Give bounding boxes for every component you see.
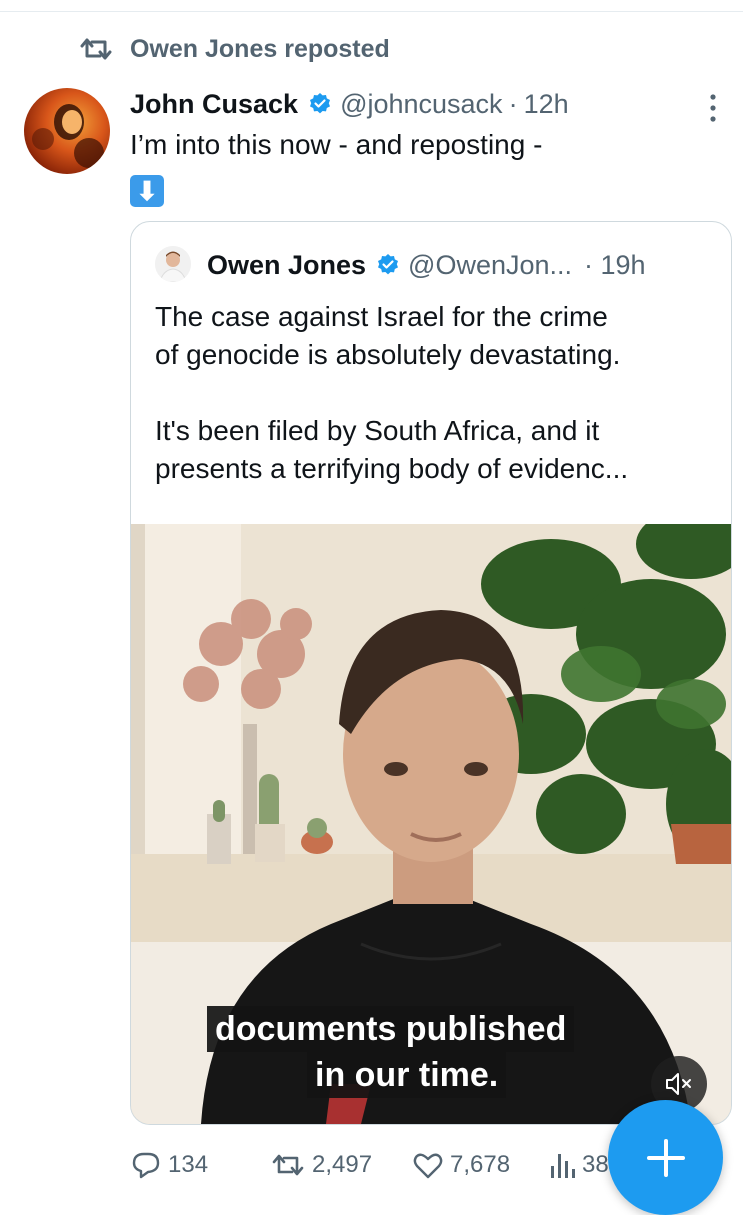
repost-banner-text: Owen Jones reposted <box>130 34 390 63</box>
repost-count: 2,497 <box>312 1151 373 1178</box>
verified-badge-icon <box>378 254 399 275</box>
caption-line-1: documents published <box>207 1006 575 1052</box>
author-name[interactable]: John Cusack <box>130 89 298 120</box>
bar-chart-icon <box>551 1154 575 1178</box>
reply-count: 134 <box>168 1151 209 1178</box>
quoted-tweet-header: Owen Jones @OwenJon... · 19h <box>207 246 646 284</box>
view-count: 38 <box>582 1151 609 1178</box>
repost-icon <box>272 1154 304 1176</box>
quoted-tweet-card[interactable]: Owen Jones @OwenJon... · 19h The case ag… <box>130 221 732 1125</box>
quoted-author-avatar <box>155 246 191 282</box>
author-avatar[interactable] <box>24 88 110 174</box>
author-handle[interactable]: @johncusack <box>340 89 503 120</box>
quoted-author-name[interactable]: Owen Jones <box>207 250 366 281</box>
tweet-header: John Cusack @johncusack · 12h <box>130 84 569 124</box>
like-button[interactable]: 7,678 <box>412 1148 510 1182</box>
verified-badge-icon <box>310 93 331 114</box>
quoted-tweet-time[interactable]: · 19h <box>584 250 646 281</box>
quoted-tweet-text: The case against Israel for the crime of… <box>155 301 629 484</box>
repost-banner[interactable]: Owen Jones reposted <box>78 32 390 66</box>
video-player[interactable]: documents published in our time. <box>131 524 731 1124</box>
heart-icon <box>413 1153 443 1179</box>
tweet-text: I’m into this now - and reposting - <box>130 129 543 160</box>
meta-separator: · <box>508 88 518 119</box>
plus-icon <box>646 1138 685 1177</box>
top-divider <box>0 11 743 12</box>
speaker-muted-icon <box>666 1073 691 1095</box>
repost-icon <box>80 38 112 60</box>
reply-button[interactable]: 134 <box>130 1148 208 1182</box>
views-button[interactable]: 38 <box>548 1148 609 1182</box>
repost-button[interactable]: 2,497 <box>270 1148 372 1182</box>
like-count: 7,678 <box>450 1151 511 1178</box>
reply-icon <box>132 1152 160 1179</box>
down-arrow-emoji: ⬇ <box>130 175 164 207</box>
compose-fab-button[interactable] <box>608 1100 723 1215</box>
more-options-icon[interactable] <box>706 92 720 124</box>
video-caption: documents published in our time. <box>207 1006 575 1098</box>
caption-line-2: in our time. <box>307 1052 507 1098</box>
tweet-time[interactable]: 12h <box>524 89 569 120</box>
quoted-author-handle[interactable]: @OwenJon... <box>408 250 572 281</box>
